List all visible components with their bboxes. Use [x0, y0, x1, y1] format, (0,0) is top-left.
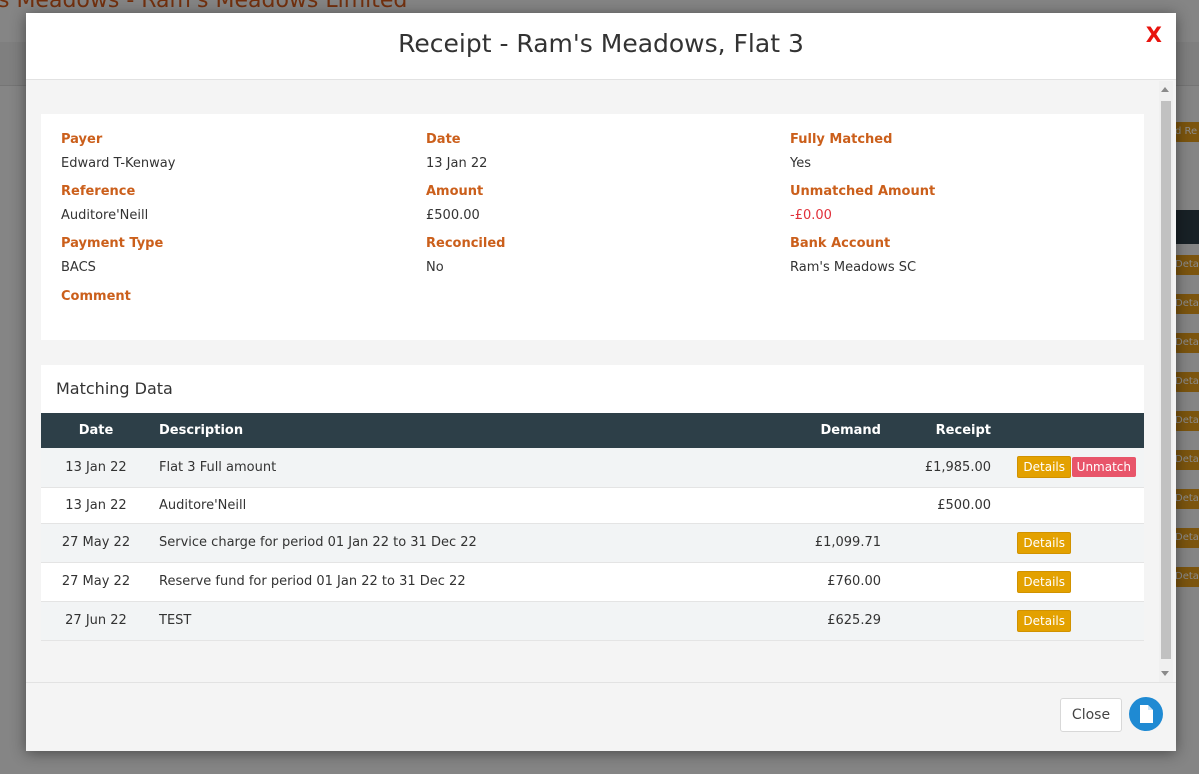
- modal-scrollbar[interactable]: [1159, 81, 1173, 682]
- matching-data-title: Matching Data: [56, 379, 173, 398]
- unmatched-amount-value: -£0.00: [790, 208, 832, 223]
- payment-type-value: BACS: [61, 260, 96, 275]
- row-date: 27 May 22: [61, 574, 131, 589]
- column-header-actions: [991, 413, 1071, 448]
- fully-matched-value: Yes: [790, 156, 811, 171]
- modal-body: Payer Edward T-Kenway Reference Auditore…: [26, 81, 1176, 682]
- row-description: TEST: [159, 613, 192, 628]
- document-button[interactable]: [1129, 697, 1163, 731]
- payer-value: Edward T-Kenway: [61, 156, 176, 171]
- reference-value: Auditore'Neill: [61, 208, 149, 223]
- matching-table-header: Date Description Demand Receipt: [41, 413, 1144, 448]
- table-row: 13 Jan 22 Auditore'Neill £500.00: [41, 487, 1144, 523]
- details-button[interactable]: Details: [1017, 609, 1071, 632]
- bank-account-value: Ram's Meadows SC: [790, 260, 917, 275]
- column-header-date: Date: [78, 423, 114, 438]
- payment-type-label: Payment Type: [61, 236, 164, 251]
- table-row: 13 Jan 22 Flat 3 Full amount £1,985.00 D…: [41, 448, 1144, 487]
- column-header-demand: Demand: [820, 423, 882, 438]
- row-demand: £760.00: [827, 574, 881, 589]
- row-receipt: [881, 562, 991, 601]
- row-receipt: £500.00: [937, 497, 991, 513]
- fully-matched-label: Fully Matched: [790, 132, 893, 147]
- modal-title: Receipt - Ram's Meadows, Flat 3: [398, 29, 804, 58]
- close-button[interactable]: Close: [1060, 698, 1122, 732]
- date-label: Date: [426, 132, 461, 147]
- row-receipt: [881, 523, 991, 562]
- modal-footer: Close: [26, 682, 1176, 751]
- column-header-description: Description: [159, 423, 244, 438]
- row-description: Reserve fund for period 01 Jan 22 to 31 …: [159, 574, 466, 589]
- comment-label: Comment: [61, 289, 131, 304]
- receipt-info-panel: Payer Edward T-Kenway Reference Auditore…: [41, 114, 1144, 340]
- row-date: 13 Jan 22: [65, 497, 127, 513]
- row-date: 13 Jan 22: [65, 459, 127, 475]
- table-row: 27 May 22 Service charge for period 01 J…: [41, 523, 1144, 562]
- details-button[interactable]: Details: [1017, 531, 1071, 554]
- reference-label: Reference: [61, 184, 136, 199]
- unmatch-button[interactable]: Unmatch: [1071, 457, 1136, 478]
- table-row: 27 May 22 Reserve fund for period 01 Jan…: [41, 562, 1144, 601]
- amount-value: £500.00: [426, 208, 480, 223]
- table-row: 27 Jun 22 TEST £625.29 Details: [41, 601, 1144, 640]
- reconciled-label: Reconciled: [426, 236, 506, 251]
- details-button[interactable]: Details: [1017, 570, 1071, 593]
- row-demand: [611, 448, 881, 487]
- row-receipt: £1,985.00: [924, 459, 991, 475]
- modal-header: Receipt - Ram's Meadows, Flat 3 X: [26, 13, 1176, 80]
- scroll-up-arrow-icon[interactable]: [1161, 87, 1169, 92]
- matching-data-panel: Matching Data Date Description Demand Re…: [41, 365, 1144, 640]
- amount-label: Amount: [426, 184, 484, 199]
- date-value: 13 Jan 22: [426, 156, 488, 171]
- scrollbar-thumb[interactable]: [1161, 101, 1171, 659]
- row-receipt: [881, 601, 991, 640]
- row-description: Flat 3 Full amount: [159, 459, 277, 475]
- row-demand: [611, 487, 881, 523]
- reconciled-value: No: [426, 260, 444, 275]
- row-description: Auditore'Neill: [159, 497, 247, 513]
- payer-label: Payer: [61, 132, 103, 147]
- scroll-down-arrow-icon[interactable]: [1161, 671, 1169, 676]
- document-icon: [1140, 705, 1153, 723]
- close-x-button[interactable]: X: [1146, 23, 1162, 47]
- row-demand: £625.29: [827, 613, 881, 628]
- details-button[interactable]: Details: [1017, 456, 1071, 479]
- column-header-receipt: Receipt: [935, 423, 991, 438]
- column-header-unmatch: [1071, 413, 1144, 448]
- row-date: 27 Jun 22: [65, 613, 127, 628]
- unmatched-amount-label: Unmatched Amount: [790, 184, 936, 199]
- bank-account-label: Bank Account: [790, 236, 891, 251]
- row-demand: £1,099.71: [814, 535, 881, 550]
- row-description: Service charge for period 01 Jan 22 to 3…: [159, 535, 477, 550]
- row-date: 27 May 22: [61, 535, 131, 550]
- receipt-modal: Receipt - Ram's Meadows, Flat 3 X Payer …: [26, 13, 1176, 751]
- matching-table: Date Description Demand Receipt 13 Jan 2…: [41, 413, 1144, 641]
